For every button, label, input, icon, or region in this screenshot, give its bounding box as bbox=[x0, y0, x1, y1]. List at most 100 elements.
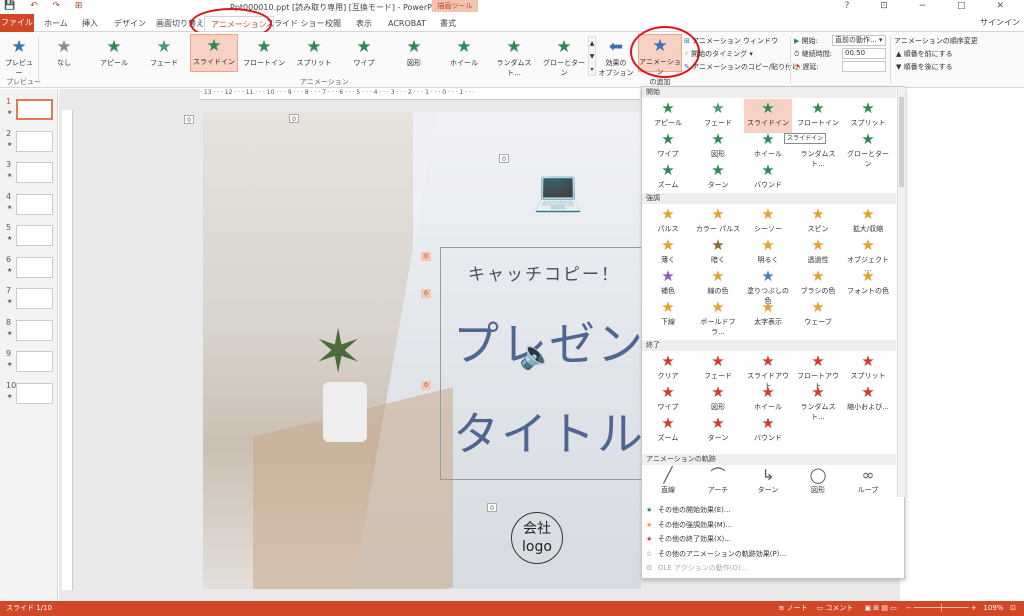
exit-effect-item[interactable]: ★ フロートアウト bbox=[794, 352, 842, 390]
more-effects-link[interactable]: ★ その他の開始効果(E)... bbox=[646, 505, 731, 515]
exit-effect-item[interactable]: ★ スプリット bbox=[844, 352, 892, 386]
emphasis-effect-item[interactable]: ★ 下線 bbox=[644, 298, 692, 332]
tab-format[interactable]: 書式 bbox=[440, 16, 456, 31]
emphasis-effect-item[interactable]: ★ スピン bbox=[794, 205, 842, 239]
slide-thumbnail[interactable]: 10 ★ bbox=[6, 381, 56, 409]
exit-effect-item[interactable]: ★ 縮小および... bbox=[844, 383, 892, 417]
motion-path-item[interactable]: ╱ 直線 bbox=[644, 466, 692, 500]
emphasis-effect-item[interactable]: ★ ウェーブ bbox=[794, 298, 842, 332]
motion-path-item[interactable]: ◯ 図形 bbox=[794, 466, 842, 500]
emphasis-effect-item[interactable]: ★ 拡大/収縮 bbox=[844, 205, 892, 239]
entrance-effect-item[interactable]: ★ アピール bbox=[644, 99, 692, 133]
move-earlier-button[interactable]: ▲ 順番を前にする bbox=[896, 49, 953, 59]
exit-effect-item[interactable]: ★ ターン bbox=[694, 414, 742, 448]
effect-button[interactable]: ★ アピール bbox=[90, 36, 138, 68]
entrance-effect-item[interactable]: ★ 図形 bbox=[694, 130, 742, 164]
emphasis-effect-item[interactable]: ★ 塗りつぶしの色 bbox=[744, 267, 792, 305]
sign-in-link[interactable]: サインイン bbox=[980, 17, 1020, 28]
emphasis-effect-item[interactable]: ★ シーソー bbox=[744, 205, 792, 239]
entrance-effect-item[interactable]: ★ スライドイン bbox=[744, 99, 792, 133]
trigger-button[interactable]: ⚡ 開始のタイミング ▾ bbox=[684, 49, 753, 59]
exit-effect-item[interactable]: ★ ワイプ bbox=[644, 383, 692, 417]
entrance-effect-item[interactable]: ★ フロートイン bbox=[794, 99, 842, 133]
slide-thumbnail[interactable]: 5 ★ bbox=[6, 223, 56, 251]
tab-insert[interactable]: 挿入 bbox=[82, 16, 98, 31]
entrance-effect-item[interactable]: ★ ズーム bbox=[644, 161, 692, 195]
title-line-2[interactable]: タイトル bbox=[453, 398, 641, 464]
emphasis-effect-item[interactable]: ★ 薄く bbox=[644, 236, 692, 270]
exit-effect-item[interactable]: ★ クリア bbox=[644, 352, 692, 386]
zoom-slider[interactable]: − ──────┼────── + bbox=[906, 604, 977, 612]
emphasis-effect-item[interactable]: ★ フォントの色 bbox=[844, 267, 892, 301]
motion-path-item[interactable]: ⌒ アーチ bbox=[694, 466, 742, 500]
entrance-effect-item[interactable]: ★ グローとターン bbox=[844, 130, 892, 168]
tab-slideshow[interactable]: スライド ショー bbox=[266, 16, 325, 31]
fit-slide-icon[interactable]: ⊡ bbox=[1010, 604, 1016, 612]
slide-thumbnail[interactable]: 8 ★ bbox=[6, 318, 56, 346]
more-effects-link[interactable]: ★ その他の強調効果(M)... bbox=[646, 520, 732, 530]
tab-view[interactable]: 表示 bbox=[356, 16, 372, 31]
motion-path-item[interactable]: ∞ ループ bbox=[844, 466, 892, 500]
effect-button[interactable]: ★ なし bbox=[40, 36, 88, 68]
animation-painter-button[interactable]: ✎ アニメーションのコピー/貼り付け bbox=[684, 62, 799, 72]
exit-effect-item[interactable]: ★ スライドアウト bbox=[744, 352, 792, 390]
gallery-scroll-buttons[interactable]: ▲ ▼ ▾ bbox=[588, 36, 596, 76]
slide-thumbnail[interactable]: 7 ★ bbox=[6, 286, 56, 314]
emphasis-effect-item[interactable]: ★ 透過性 bbox=[794, 236, 842, 270]
motion-path-item[interactable]: ↳ ターン bbox=[744, 466, 792, 500]
more-effects-link[interactable]: ★ その他の終了効果(X)... bbox=[646, 534, 731, 544]
start-select[interactable]: 直前の動作... ▾ bbox=[832, 35, 886, 46]
exit-effect-item[interactable]: ★ 図形 bbox=[694, 383, 742, 417]
notes-button[interactable]: ≡ ノート bbox=[778, 604, 807, 612]
exit-effect-item[interactable]: ★ ホイール bbox=[744, 383, 792, 417]
slide-thumbnail[interactable]: 2 ★ bbox=[6, 129, 56, 157]
tab-acrobat[interactable]: ACROBAT bbox=[388, 16, 426, 31]
preview-button[interactable]: ★ プレビュー bbox=[2, 36, 36, 78]
slide-canvas[interactable]: ✶ 💻 キャッチコピー！ プレゼン タイトル 🔈 会社 logo 0 0 0 0… bbox=[203, 112, 641, 589]
emphasis-effect-item[interactable]: ★ ブラシの色 bbox=[794, 267, 842, 301]
effect-button[interactable]: ★ フェード bbox=[140, 36, 188, 68]
exit-effect-item[interactable]: ★ ランダムスト... bbox=[794, 383, 842, 421]
emphasis-effect-item[interactable]: ★ パルス bbox=[644, 205, 692, 239]
tab-design[interactable]: デザイン bbox=[114, 16, 146, 31]
scrollbar-thumb[interactable] bbox=[899, 97, 904, 187]
effect-button[interactable]: ★ グローとターン bbox=[540, 36, 588, 78]
delay-input[interactable] bbox=[842, 61, 886, 72]
entrance-effect-item[interactable]: ★ ワイプ bbox=[644, 130, 692, 164]
effect-button[interactable]: ★ フロートイン bbox=[240, 36, 288, 68]
catch-copy-text[interactable]: キャッチコピー！ bbox=[468, 260, 620, 285]
emphasis-effect-item[interactable]: ★ 線の色 bbox=[694, 267, 742, 301]
entrance-effect-item[interactable]: ★ バウンド bbox=[744, 161, 792, 195]
animation-tag[interactable]: 0 bbox=[421, 381, 431, 390]
effect-button[interactable]: ★ スライドイン bbox=[190, 34, 238, 72]
effect-button[interactable]: ★ ランダムスト... bbox=[490, 36, 538, 78]
animation-tag[interactable]: 0 bbox=[499, 154, 509, 163]
slide-thumbnail[interactable]: 6 ★ bbox=[6, 255, 56, 283]
duration-input[interactable]: 00.50 bbox=[842, 48, 886, 59]
entrance-effect-item[interactable]: ★ スプリット bbox=[844, 99, 892, 133]
emphasis-effect-item[interactable]: ★ ボールドフラ... bbox=[694, 298, 742, 336]
effect-options-button[interactable]: ⬅ 効果の オプション bbox=[598, 36, 634, 78]
window-buttons[interactable]: ? ⊡ − □ ✕ bbox=[845, 1, 1018, 11]
tab-review[interactable]: 校閲 bbox=[325, 16, 341, 31]
animation-tag[interactable]: 0 bbox=[289, 114, 299, 123]
emphasis-effect-item[interactable]: ★ 太字表示 bbox=[744, 298, 792, 332]
tab-home[interactable]: ホーム bbox=[44, 16, 68, 31]
animation-tag[interactable]: 0 bbox=[184, 115, 194, 124]
move-later-button[interactable]: ▼ 順番を後にする bbox=[896, 62, 953, 72]
animation-tag[interactable]: 0 bbox=[421, 289, 431, 298]
animation-pane-button[interactable]: ⊞ アニメーション ウィンドウ bbox=[684, 36, 778, 46]
zoom-level[interactable]: 109% bbox=[983, 604, 1003, 612]
slide-thumbnail[interactable]: 1 ★ bbox=[6, 97, 56, 125]
more-effects-link[interactable]: ☆ その他のアニメーションの軌跡効果(P)... bbox=[646, 549, 786, 559]
slide-thumbnail[interactable]: 4 ★ bbox=[6, 192, 56, 220]
exit-effect-item[interactable]: ★ バウンド bbox=[744, 414, 792, 448]
slide-thumbnail[interactable]: 3 ★ bbox=[6, 160, 56, 188]
company-logo[interactable]: 会社 logo bbox=[511, 512, 563, 564]
emphasis-effect-item[interactable]: ★ カラー パルス bbox=[694, 205, 742, 239]
speaker-icon[interactable]: 🔈 bbox=[519, 338, 554, 371]
slide-thumbnail[interactable]: 9 ★ bbox=[6, 349, 56, 377]
quick-access-toolbar[interactable]: 💾 ↶ ↷ ⊞ bbox=[4, 1, 88, 11]
comments-button[interactable]: ▭ コメント bbox=[816, 604, 853, 612]
exit-effect-item[interactable]: ★ フェード bbox=[694, 352, 742, 386]
